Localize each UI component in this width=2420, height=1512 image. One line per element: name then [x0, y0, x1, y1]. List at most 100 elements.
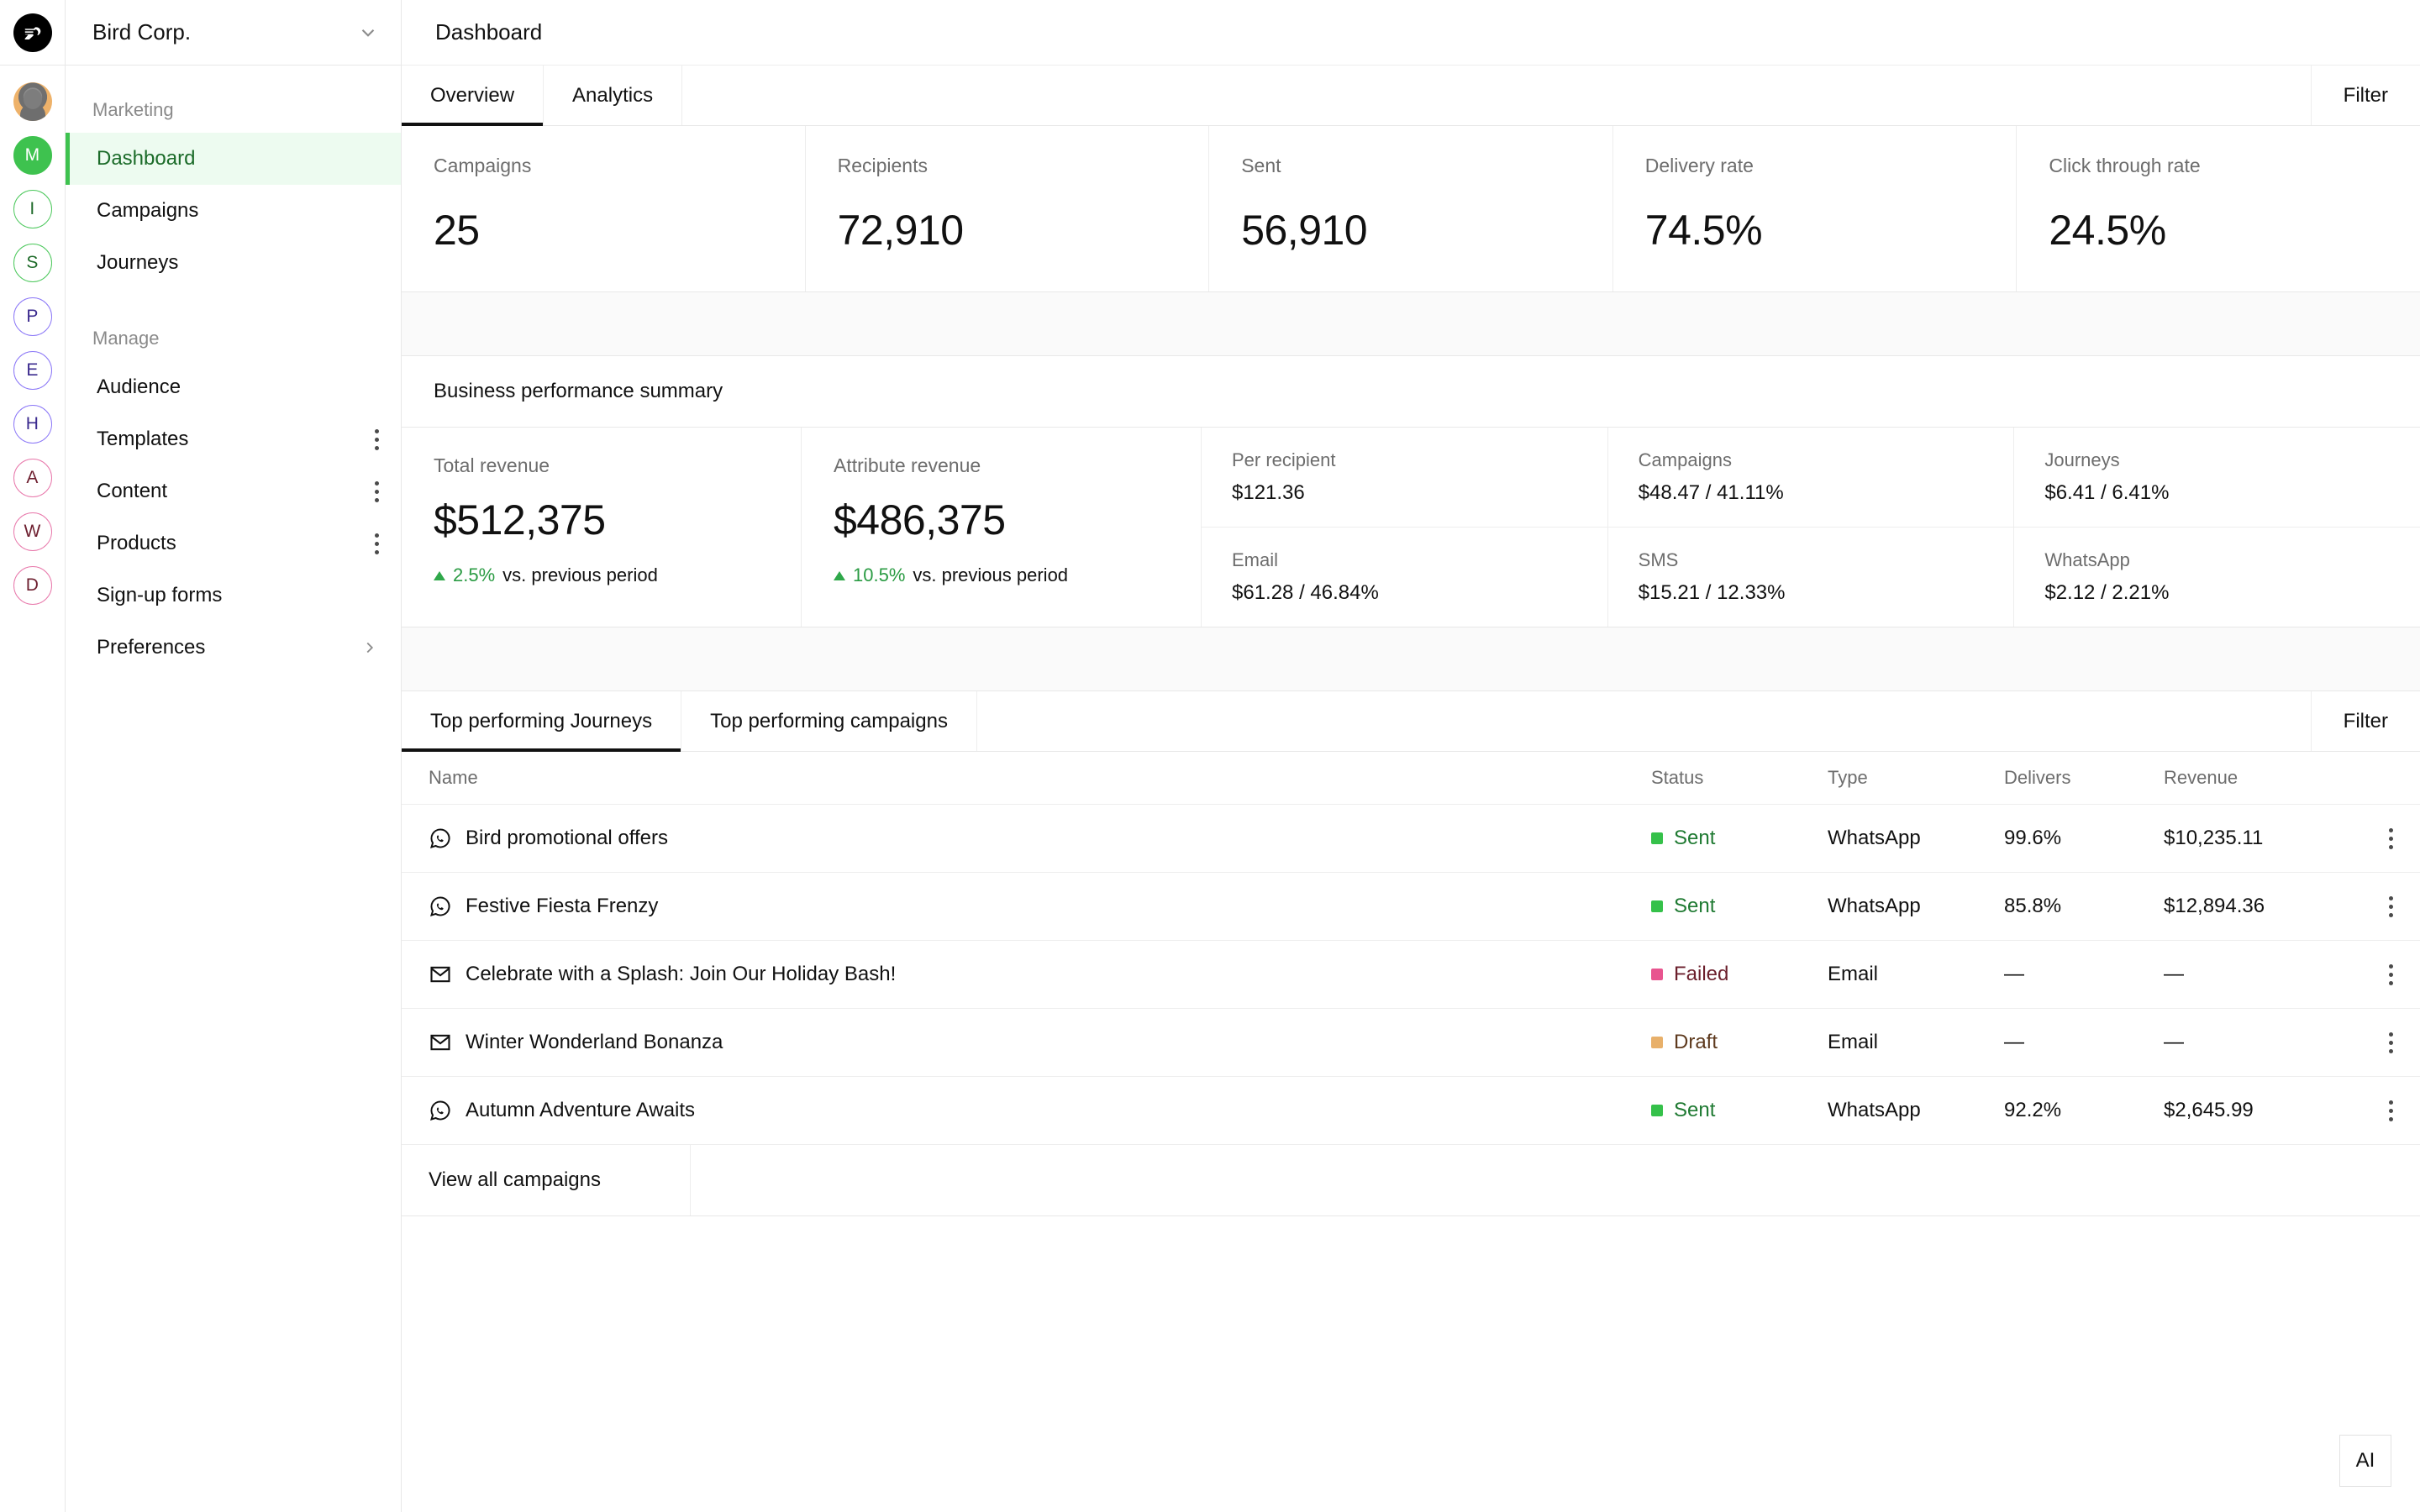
row-menu-icon[interactable]	[2361, 827, 2420, 849]
cell-status: Sent	[1651, 872, 1828, 941]
sidebar-item-signup-forms[interactable]: Sign-up forms	[66, 570, 401, 622]
tab-top-performing-campaigns[interactable]: Top performing campaigns	[681, 691, 977, 751]
table-row[interactable]: Bird promotional offers Sent WhatsApp 99…	[402, 804, 2420, 873]
cell-label: Per recipient	[1232, 449, 1336, 470]
sidebar-section-marketing-label: Marketing	[92, 99, 174, 120]
kpi-sent: Sent 56,910	[1209, 126, 1613, 291]
sidebar-item-label: Dashboard	[97, 147, 196, 170]
cell-value: $121.36	[1232, 481, 1305, 504]
sidebar-item-dashboard[interactable]: Dashboard	[66, 133, 401, 185]
workspace-avatar-e[interactable]: E	[13, 351, 52, 390]
sidebar-item-content[interactable]: Content	[66, 465, 401, 517]
cell-actions	[2361, 872, 2420, 941]
workspace-avatar-p[interactable]: P	[13, 297, 52, 336]
table-row[interactable]: Celebrate with a Splash: Join Our Holida…	[402, 940, 2420, 1009]
workspace-avatar-s[interactable]: S	[13, 244, 52, 282]
table-filter-button[interactable]: Filter	[2312, 691, 2420, 751]
more-options-icon[interactable]	[375, 428, 379, 450]
status-square-icon	[1651, 1037, 1663, 1048]
sidebar-item-label: Journeys	[97, 251, 179, 274]
sidebar-item-preferences[interactable]: Preferences	[66, 622, 401, 674]
row-menu-icon[interactable]	[2361, 963, 2420, 985]
workspace-rail: M I S P E H A W D	[0, 0, 66, 1512]
card-label: Attribute revenue	[834, 454, 981, 476]
business-performance-title: Business performance summary	[402, 356, 2420, 428]
workspace-avatar-d[interactable]: D	[13, 566, 52, 605]
breakdown-row-top: Per recipient $121.36 Campaigns $48.47 /…	[1202, 428, 2420, 528]
table-row[interactable]: Autumn Adventure Awaits Sent WhatsApp 92…	[402, 1076, 2420, 1145]
more-options-icon[interactable]	[375, 533, 379, 554]
breakdown-campaigns: Campaigns $48.47 / 41.11%	[1608, 428, 2015, 527]
chevron-down-icon	[357, 22, 379, 44]
cell-status: Draft	[1651, 1008, 1828, 1077]
kpi-value: 56,910	[1241, 207, 1368, 254]
view-all-campaigns-button[interactable]: View all campaigns	[402, 1145, 691, 1215]
sidebar-item-journeys[interactable]: Journeys	[66, 237, 401, 289]
main-content: Dashboard Overview Analytics Filter Camp…	[402, 0, 2420, 1512]
column-header-delivers: Delivers	[2004, 752, 2164, 805]
kpi-value: 24.5%	[2049, 207, 2166, 254]
tab-top-performing-journeys[interactable]: Top performing Journeys	[402, 691, 682, 752]
column-header-status: Status	[1651, 752, 1828, 805]
workspace-avatar-a[interactable]: A	[13, 459, 52, 497]
table-header-row: Name Status Type Delivers Revenue	[402, 752, 2420, 805]
table-head: Name Status Type Delivers Revenue	[402, 752, 2420, 805]
user-avatar[interactable]	[13, 82, 52, 121]
cell-type: WhatsApp	[1828, 872, 2004, 941]
row-menu-icon[interactable]	[2361, 1032, 2420, 1053]
kpi-value: 74.5%	[1644, 207, 1763, 254]
table-row[interactable]: Winter Wonderland Bonanza Draft Email — …	[402, 1008, 2420, 1077]
kpi-recipients: Recipients 72,910	[806, 126, 1210, 291]
ai-assistant-button[interactable]: AI	[2339, 1435, 2391, 1487]
status-square-icon	[1651, 900, 1663, 912]
sidebar-item-campaigns[interactable]: Campaigns	[66, 185, 401, 237]
workspace-avatar-w[interactable]: W	[13, 512, 52, 551]
cell-delivers: 99.6%	[2004, 804, 2164, 873]
triangle-up-icon	[434, 570, 445, 580]
cell-type: Email	[1828, 940, 2004, 1009]
breakdown-row-bottom: Email $61.28 / 46.84% SMS $15.21 / 12.33…	[1202, 528, 2420, 627]
row-menu-icon[interactable]	[2361, 895, 2420, 917]
triangle-up-icon	[834, 570, 845, 580]
filter-button[interactable]: Filter	[2312, 66, 2420, 125]
chevron-right-icon	[360, 638, 379, 657]
cell-value: $15.21 / 12.33%	[1638, 581, 1786, 604]
whatsapp-icon	[429, 827, 452, 850]
table-row[interactable]: Festive Fiesta Frenzy Sent WhatsApp 85.8…	[402, 872, 2420, 941]
workspace-avatar-h[interactable]: H	[13, 405, 52, 444]
sidebar-item-templates[interactable]: Templates	[66, 413, 401, 465]
row-menu-icon[interactable]	[2361, 1100, 2420, 1121]
sidebar-item-label: Content	[97, 480, 168, 502]
cell-label: Email	[1232, 549, 1279, 570]
cell-label: Campaigns	[1638, 449, 1732, 470]
cell-actions	[2361, 804, 2420, 873]
cell-revenue: $12,894.36	[2164, 872, 2361, 941]
cell-name: Celebrate with a Splash: Join Our Holida…	[402, 940, 1651, 1009]
sidebar-nav: Marketing Dashboard Campaigns Journeys M…	[66, 66, 401, 674]
status-square-icon	[1651, 1105, 1663, 1116]
workspace-switcher[interactable]: Bird Corp.	[66, 0, 401, 66]
workspace-avatar-m[interactable]: M	[13, 136, 52, 175]
content-filler: AI	[402, 1216, 2420, 1512]
kpi-value: 72,910	[837, 207, 964, 254]
breakdown-journeys: Journeys $6.41 / 6.41%	[2014, 428, 2420, 527]
sidebar: Bird Corp. Marketing Dashboard Campaigns…	[66, 0, 402, 1512]
tab-overview[interactable]: Overview	[402, 66, 544, 126]
status-badge: Failed	[1674, 963, 1729, 985]
sidebar-item-label: Campaigns	[97, 199, 199, 222]
cell-value: $6.41 / 6.41%	[2044, 481, 2170, 504]
cell-name: Autumn Adventure Awaits	[402, 1076, 1651, 1145]
sidebar-item-audience[interactable]: Audience	[66, 361, 401, 413]
more-options-icon[interactable]	[375, 480, 379, 502]
sidebar-item-products[interactable]: Products	[66, 517, 401, 570]
cell-value: $48.47 / 41.11%	[1638, 481, 1784, 504]
status-square-icon	[1651, 832, 1663, 844]
tab-analytics[interactable]: Analytics	[544, 66, 683, 125]
cell-revenue: $10,235.11	[2164, 804, 2361, 873]
status-badge: Sent	[1674, 1099, 1716, 1121]
row-name-label: Bird promotional offers	[466, 827, 669, 849]
bird-logo-button[interactable]	[0, 0, 65, 66]
workspace-avatar-i[interactable]: I	[13, 190, 52, 228]
status-badge: Draft	[1674, 1031, 1718, 1053]
